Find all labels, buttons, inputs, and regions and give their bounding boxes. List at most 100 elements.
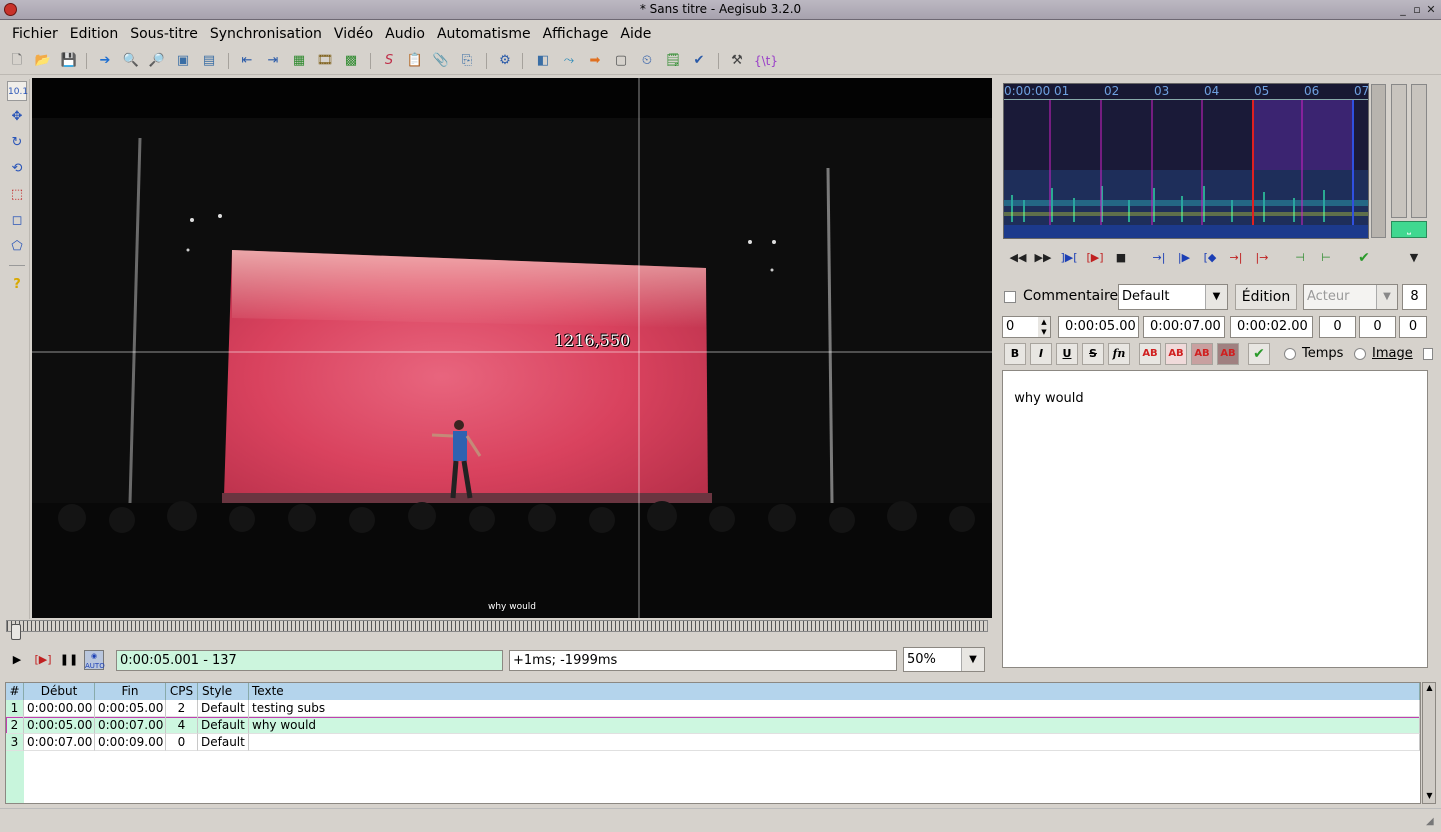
table-cell-cps[interactable]: 2 xyxy=(166,700,198,717)
clip-rect-icon[interactable]: ◻ xyxy=(7,211,27,231)
table-cell-start[interactable]: 0:00:07.00 xyxy=(24,734,95,751)
spellcheck-icon[interactable]: 🗒 xyxy=(664,52,682,70)
close-icon[interactable]: ✕ xyxy=(1424,3,1438,17)
prev-line-icon[interactable]: ◀◀ xyxy=(1009,251,1027,265)
grid-scrollbar[interactable]: ▲ ▼ xyxy=(1422,682,1436,804)
jump-end-icon[interactable]: ⇥ xyxy=(264,52,282,70)
table-cell-end[interactable]: 0:00:09.00 xyxy=(95,734,166,751)
seek-handle[interactable] xyxy=(11,624,21,640)
maximize-icon[interactable]: ▫ xyxy=(1410,3,1424,17)
secondary-color-button[interactable]: AB xyxy=(1165,343,1187,365)
fonts-collector-icon[interactable]: ⎘ xyxy=(458,52,476,70)
options-icon[interactable]: ⚒ xyxy=(728,52,746,70)
menu-affichage[interactable]: Affichage xyxy=(537,22,615,46)
table-row-number[interactable]: 2 xyxy=(6,717,24,734)
actor-field[interactable]: Acteur ▼ xyxy=(1303,284,1398,310)
style-select[interactable]: Default ▼ xyxy=(1118,284,1228,310)
audio-spectrum[interactable]: 0:00:00 01 02 03 04 05 06 07 xyxy=(1003,83,1369,239)
play-start-icon[interactable]: |▶ xyxy=(1175,251,1193,265)
keyframes-icon[interactable]: ▦ xyxy=(290,52,308,70)
menu-fichier[interactable]: Fichier xyxy=(6,22,64,46)
video-close-icon[interactable]: ▤ xyxy=(200,52,218,70)
timing-post-icon[interactable]: ➡ xyxy=(586,52,604,70)
film-icon[interactable]: 🎞 xyxy=(316,52,334,70)
video-offset-display[interactable]: +1ms; -1999ms xyxy=(509,650,897,671)
properties-icon[interactable]: 📋 xyxy=(406,52,424,70)
table-cell-style[interactable]: Default xyxy=(198,700,249,717)
lead-out-icon[interactable]: ⊢ xyxy=(1317,251,1335,265)
next-line-icon[interactable]: ▶▶ xyxy=(1034,251,1052,265)
grid-header-text[interactable]: Texte xyxy=(249,683,1420,700)
resize-grip-icon[interactable]: ◢ xyxy=(1426,816,1434,827)
play-icon[interactable]: ▶ xyxy=(7,650,27,670)
start-time-field[interactable]: 0:00:05.00 xyxy=(1058,316,1139,338)
audio-volume-slider[interactable] xyxy=(1411,84,1427,218)
scale-tool-icon[interactable]: ⬚ xyxy=(7,185,27,205)
zoom-select[interactable]: 50% ▼ xyxy=(903,647,985,672)
rotate-xy-icon[interactable]: ⟲ xyxy=(7,159,27,179)
commit-icon[interactable]: ✔ xyxy=(1355,251,1373,265)
play-before-icon[interactable]: →| xyxy=(1150,251,1168,265)
margin-right-field[interactable]: 0 xyxy=(1359,316,1396,338)
strikeout-button[interactable]: S xyxy=(1082,343,1104,365)
subtitle-text-editor[interactable]: why would xyxy=(1002,370,1428,668)
table-row-number[interactable]: 3 xyxy=(6,734,24,751)
table-cell-style[interactable]: Default xyxy=(198,717,249,734)
audio-link-toggle[interactable]: ⎵ xyxy=(1391,221,1427,238)
rotate-z-icon[interactable]: ↻ xyxy=(7,133,27,153)
duration-field[interactable]: 0:00:02.00 xyxy=(1230,316,1313,338)
time-radio[interactable] xyxy=(1284,348,1296,360)
grid-header-end[interactable]: Fin xyxy=(95,683,166,700)
new-file-icon[interactable]: 🗋 xyxy=(8,52,26,70)
table-cell-text[interactable]: why would xyxy=(249,717,1420,734)
scroll-up-icon[interactable]: ▲ xyxy=(1424,683,1435,692)
tag-icon[interactable]: {\t} xyxy=(754,52,778,70)
assistant-icon[interactable]: ✔ xyxy=(690,52,708,70)
shadow-color-button[interactable]: AB xyxy=(1217,343,1239,365)
commit-check-icon[interactable]: ✔ xyxy=(1248,343,1270,365)
image-radio[interactable] xyxy=(1354,348,1366,360)
minimize-icon[interactable]: _ xyxy=(1396,3,1410,17)
pause-icon[interactable]: ❚❚ xyxy=(59,650,79,670)
video-open-icon[interactable]: ▣ xyxy=(174,52,192,70)
extra-checkbox[interactable] xyxy=(1423,348,1433,360)
styles-manager-icon[interactable]: S xyxy=(380,52,398,70)
select-lines-icon[interactable]: ▢ xyxy=(612,52,630,70)
menu-video[interactable]: Vidéo xyxy=(328,22,379,46)
play-line-audio-icon[interactable]: [▶] xyxy=(1086,251,1104,265)
zoom-out-icon[interactable]: 🔎 xyxy=(148,52,166,70)
standard-tool-icon[interactable]: 10.1 xyxy=(7,81,28,101)
audio-zoom-slider[interactable] xyxy=(1391,84,1407,218)
jump-to-icon[interactable]: ➔ xyxy=(96,52,114,70)
lead-in-icon[interactable]: ⊣ xyxy=(1291,251,1309,265)
style-edit-button[interactable]: Édition xyxy=(1235,284,1297,310)
table-cell-text[interactable] xyxy=(249,734,1420,751)
grid-header-start[interactable]: Début xyxy=(24,683,95,700)
layer-spinner[interactable]: 0 ▲ ▼ xyxy=(1002,316,1051,338)
primary-color-button[interactable]: AB xyxy=(1139,343,1161,365)
table-cell-end[interactable]: 0:00:05.00 xyxy=(95,700,166,717)
help-icon[interactable]: ? xyxy=(7,275,27,295)
table-cell-cps[interactable]: 4 xyxy=(166,717,198,734)
menu-edition[interactable]: Edition xyxy=(64,22,124,46)
attachments-icon[interactable]: 📎 xyxy=(432,52,450,70)
table-cell-start[interactable]: 0:00:05.00 xyxy=(24,717,95,734)
font-button[interactable]: fn xyxy=(1108,343,1130,365)
video-display[interactable]: 1216,550 why would xyxy=(32,78,992,618)
app-menu-icon[interactable] xyxy=(4,3,17,16)
comment-checkbox[interactable] xyxy=(1004,291,1016,303)
grid-header-cps[interactable]: CPS xyxy=(166,683,198,700)
bold-button[interactable]: B xyxy=(1004,343,1026,365)
outline-color-button[interactable]: AB xyxy=(1191,343,1213,365)
jump-start-icon[interactable]: ⇤ xyxy=(238,52,256,70)
grid-header-number[interactable]: # xyxy=(6,683,24,700)
menu-audio[interactable]: Audio xyxy=(379,22,431,46)
play-end-icon[interactable]: [◆ xyxy=(1201,251,1219,265)
audio-scrollbar-vertical[interactable] xyxy=(1371,84,1386,238)
table-row-number[interactable]: 1 xyxy=(6,700,24,717)
translation-icon[interactable]: ◧ xyxy=(534,52,552,70)
menu-synchronisation[interactable]: Synchronisation xyxy=(204,22,328,46)
menu-aide[interactable]: Aide xyxy=(614,22,657,46)
autoscroll-toggle[interactable]: ◉ AUTO xyxy=(84,650,105,670)
underline-button[interactable]: U xyxy=(1056,343,1078,365)
